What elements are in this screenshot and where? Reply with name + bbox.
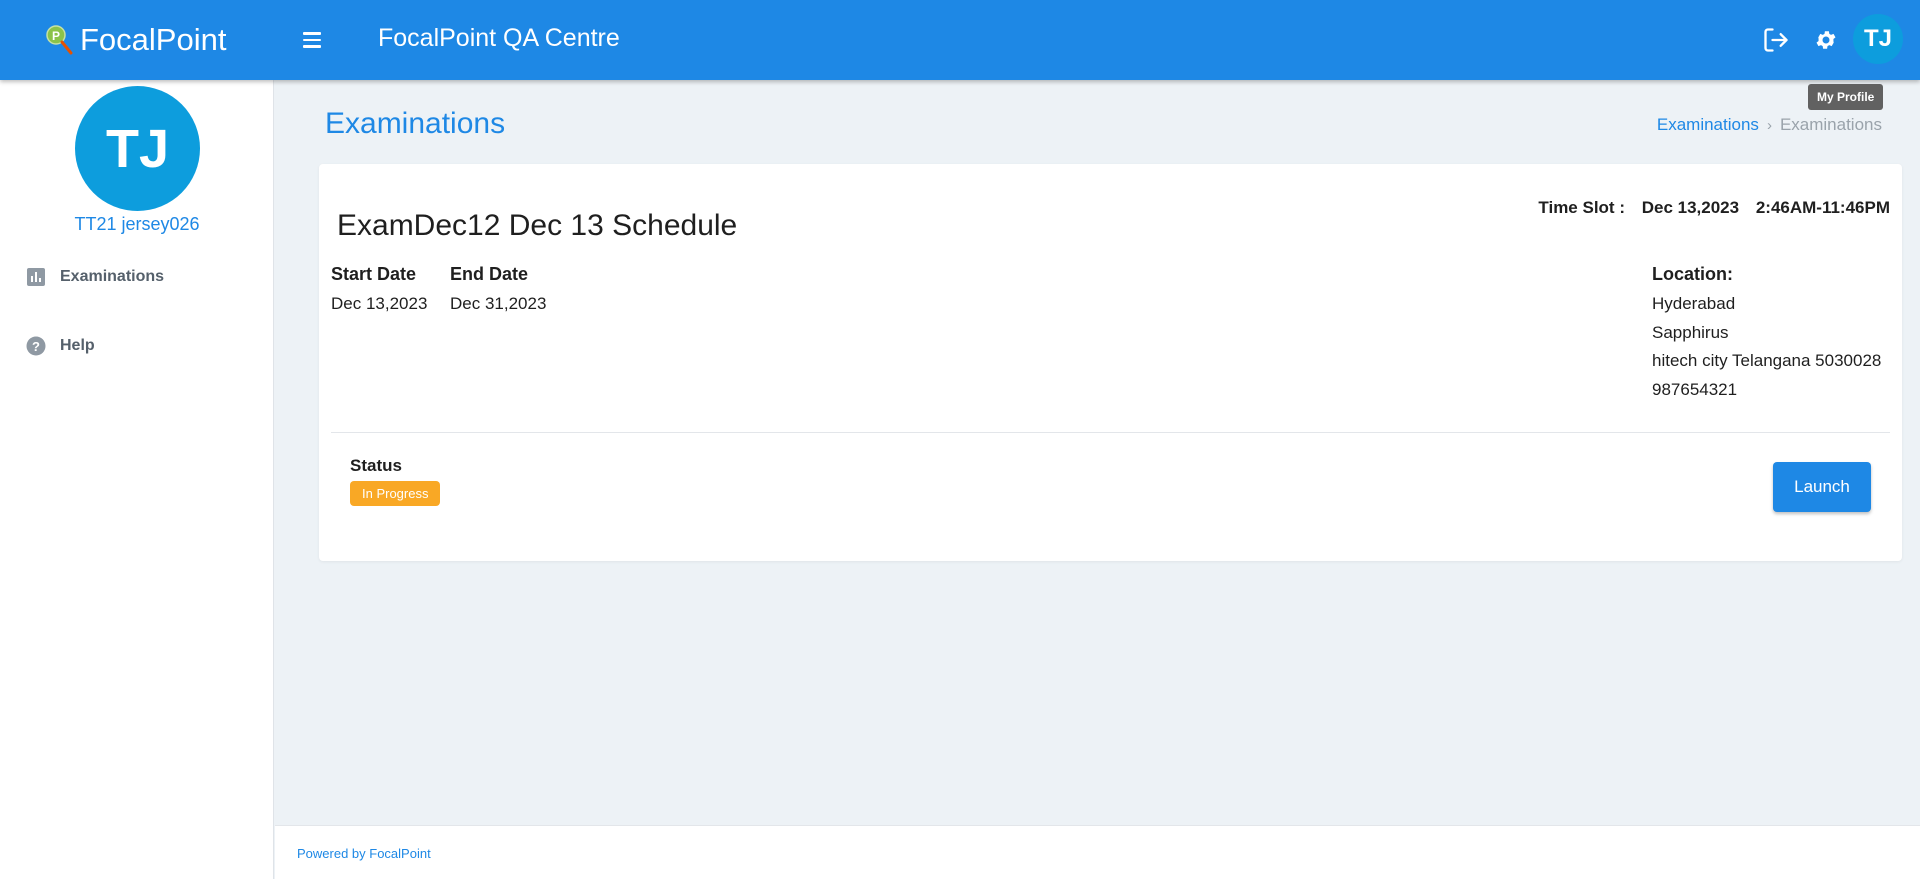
- gear-icon: [1816, 31, 1836, 49]
- sidebar-item-help[interactable]: ? Help: [26, 332, 95, 360]
- location-line: Hyderabad: [1652, 294, 1736, 313]
- status-label: Status: [350, 456, 402, 475]
- breadcrumb: Examinations › Examinations: [1657, 115, 1882, 135]
- logout-icon: [1764, 28, 1788, 52]
- location-line: Sapphirus: [1652, 323, 1729, 342]
- logout-button[interactable]: [1760, 24, 1792, 56]
- sidebar: TJ TT21 jersey026 Examinations ? Help: [0, 80, 274, 879]
- chevron-right-icon: ›: [1766, 116, 1772, 134]
- menu-toggle-button[interactable]: [298, 26, 326, 54]
- bar-chart-icon: [27, 268, 45, 286]
- svg-text:?: ?: [32, 339, 40, 354]
- start-date-value: Dec 13,2023: [331, 294, 428, 313]
- sidebar-user-name[interactable]: TT21 jersey026: [0, 214, 274, 235]
- location-line: hitech city Telangana 5030028: [1652, 351, 1882, 370]
- sidebar-item-label: Examinations: [60, 268, 165, 285]
- time-slot-range: 2:46AM-11:46PM: [1755, 198, 1890, 217]
- card-divider: [331, 432, 1890, 433]
- sidebar-item-label: Help: [60, 337, 95, 354]
- time-slot-date: Dec 13,2023: [1641, 198, 1740, 217]
- footer: Powered by FocalPoint: [275, 825, 1920, 879]
- help-circle-icon: ?: [26, 336, 46, 356]
- profile-avatar-button[interactable]: TJ: [1853, 14, 1903, 64]
- start-date-label: Start Date: [331, 264, 417, 284]
- sidebar-avatar: TJ: [75, 86, 200, 211]
- brand-name: FocalPoint: [80, 22, 227, 57]
- time-slot: Time Slot : Dec 13,2023 2:46AM-11:46PM: [1538, 198, 1890, 218]
- app-title: FocalPoint QA Centre: [378, 24, 620, 52]
- end-date-label: End Date: [450, 264, 529, 284]
- time-slot-label: Time Slot :: [1538, 198, 1625, 217]
- svg-text:P: P: [52, 29, 60, 43]
- settings-button[interactable]: [1810, 24, 1842, 56]
- location-line: 987654321: [1652, 380, 1738, 399]
- menu-icon: [303, 32, 321, 35]
- page-title: Examinations: [325, 107, 506, 140]
- breadcrumb-current: Examinations: [1779, 115, 1882, 134]
- end-date-value: Dec 31,2023: [450, 294, 547, 313]
- breadcrumb-link-examinations[interactable]: Examinations: [1657, 115, 1759, 135]
- top-app-bar: P FocalPoint FocalPoint QA Centre TJ: [0, 0, 1920, 80]
- exam-card: ExamDec12 Dec 13 Schedule Time Slot : De…: [319, 164, 1902, 561]
- footer-powered-by-link[interactable]: Powered by FocalPoint: [297, 846, 431, 861]
- location-label: Location:: [1652, 264, 1733, 284]
- brand[interactable]: P FocalPoint: [44, 20, 226, 60]
- sidebar-item-examinations[interactable]: Examinations: [26, 263, 164, 291]
- launch-button[interactable]: Launch: [1773, 462, 1871, 512]
- status-badge: In Progress: [350, 481, 441, 506]
- my-profile-tooltip: My Profile: [1808, 84, 1884, 110]
- exam-title: ExamDec12 Dec 13 Schedule: [337, 209, 738, 242]
- focalpoint-logo-icon: P: [46, 25, 73, 55]
